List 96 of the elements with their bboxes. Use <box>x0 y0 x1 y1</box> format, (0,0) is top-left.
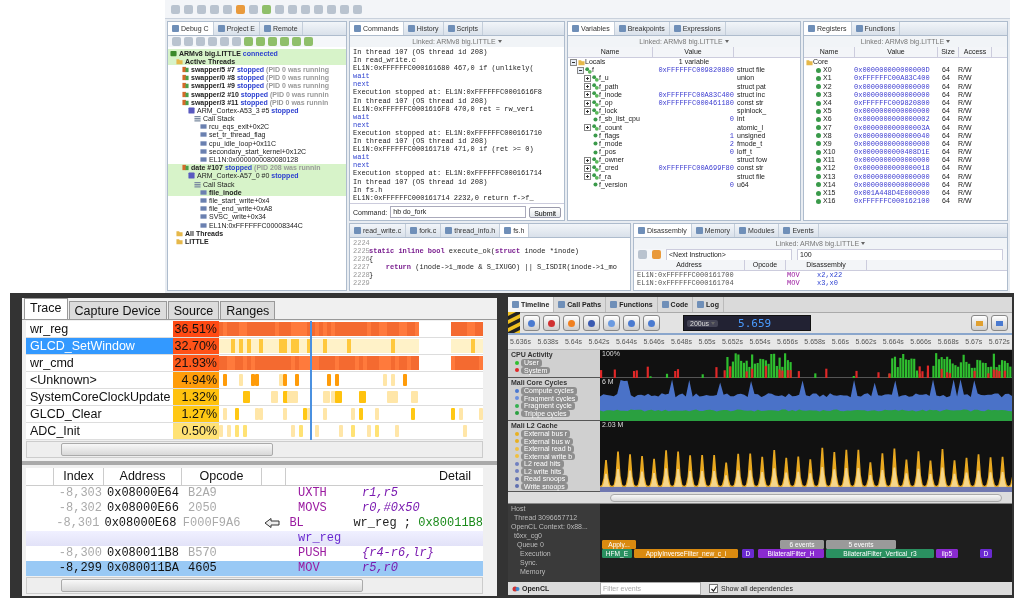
panel-tab[interactable]: Ranges <box>220 301 276 319</box>
instruction-row[interactable]: -8,302 0x08000E66 2050 MOVS r0,#0x50 <box>26 500 483 516</box>
horizontal-scrollbar[interactable] <box>26 441 483 459</box>
mnemonic: MOV <box>297 560 321 576</box>
function-name[interactable]: GLCD_Clear <box>26 406 173 422</box>
chip-icon <box>188 172 195 180</box>
percent-cell: 1.27% <box>173 406 219 422</box>
folder-icon <box>176 57 183 65</box>
expand-icon[interactable] <box>584 173 591 181</box>
checkbox[interactable] <box>709 584 718 593</box>
function-label: wr_reg <box>297 530 342 545</box>
toolbar-icon[interactable] <box>643 315 660 331</box>
instruction-row[interactable]: -8,300 0x080011B8 B570 PUSH {r4-r6,lr} <box>26 545 483 561</box>
expand-icon[interactable] <box>584 91 591 99</box>
toolbar-icon[interactable] <box>603 315 620 331</box>
collapse-icon[interactable] <box>570 58 577 66</box>
caret-icon[interactable] <box>946 40 951 43</box>
percent-cell: 0.50% <box>173 423 219 439</box>
folder-icon <box>806 58 813 66</box>
mnemonic: UXTH <box>297 485 328 501</box>
thread-icon <box>182 164 189 172</box>
opcode-cell-text: B570 <box>187 545 218 561</box>
address-cell-text: 0x08000E64 <box>106 485 180 501</box>
percent-cell: 4.94% <box>173 372 219 388</box>
opencl-icon <box>512 585 520 592</box>
toolbar-icon[interactable] <box>971 315 988 331</box>
function-name[interactable]: wr_reg <box>26 321 173 337</box>
address-cell-text: 0x080011BA <box>106 560 180 576</box>
caret-icon[interactable] <box>724 40 729 43</box>
index-cell-text: -8,301 <box>55 515 101 531</box>
folder-icon <box>578 58 585 66</box>
index-cell-text: -8,300 <box>57 545 103 561</box>
mnemonic: BL <box>288 515 305 531</box>
dot-icon <box>592 181 599 189</box>
function-name[interactable]: SystemCoreClockUpdate <box>26 389 173 405</box>
opcode-cell-text: F000F9A6 <box>181 515 242 531</box>
mnemonic: MOVS <box>297 500 328 516</box>
expand-icon[interactable] <box>584 124 591 132</box>
address-cell-text: 0x08000E66 <box>106 500 180 516</box>
percent-cell: 36.51% <box>173 321 219 337</box>
column-header[interactable]: Opcode <box>182 467 262 485</box>
variable-icon <box>592 124 599 132</box>
percent-cell: 1.32% <box>173 389 219 405</box>
time-display: 5.659 <box>738 316 772 330</box>
horizontal-scrollbar[interactable] <box>610 493 1002 502</box>
expand-icon[interactable] <box>584 107 591 115</box>
toolbar-icon[interactable] <box>583 315 600 331</box>
index-cell-text: -8,303 <box>57 485 103 501</box>
function-name[interactable]: wr_cmd <box>26 355 173 371</box>
index-cell-text: -8,302 <box>57 500 103 516</box>
expand-icon[interactable] <box>584 83 591 91</box>
dot-icon <box>592 115 599 123</box>
board-icon <box>170 49 177 57</box>
address-cell-text: 0x08000E68 <box>103 515 178 531</box>
chip-icon <box>188 106 195 114</box>
function-name[interactable]: ADC_Init <box>26 423 173 439</box>
instruction-row[interactable]: -8,299 0x080011BA 4605 MOV r5,r0 <box>26 560 483 576</box>
expand-icon[interactable] <box>584 74 591 82</box>
operands: r5,r0 <box>362 560 398 575</box>
operands: {r4-r6,lr} <box>362 545 434 560</box>
caret-icon[interactable] <box>497 40 502 43</box>
operands: r1,r5 <box>362 485 398 500</box>
function-name[interactable]: <Unknown> <box>26 372 173 388</box>
panel-tab[interactable]: Capture Device <box>68 301 167 319</box>
operands: r0,#0x50 <box>362 500 420 515</box>
column-header[interactable]: Index <box>54 467 104 485</box>
instruction-row[interactable]: -8,301 0x08000E68 F000F9A6 BL wr_reg ; 0x80011B8 <box>26 515 483 531</box>
index-cell-text: -8,299 <box>57 560 103 576</box>
instruction-row[interactable]: -8,303 0x08000E64 B2A9 UXTH r1,r5 <box>26 485 483 501</box>
horizontal-scrollbar[interactable] <box>26 576 483 594</box>
collapse-icon[interactable] <box>577 66 584 74</box>
column-header[interactable]: Address <box>104 467 182 485</box>
panel-tab[interactable]: Source <box>167 301 220 319</box>
stack-icon <box>194 115 201 123</box>
expand-icon[interactable] <box>584 156 591 164</box>
stack-icon <box>194 180 201 188</box>
panel-tab[interactable]: Trace <box>24 298 68 319</box>
toolbar-icon[interactable] <box>623 315 640 331</box>
percent-cell: 21.93% <box>173 355 219 371</box>
opcode-cell-text: 2050 <box>187 500 218 516</box>
expand-icon[interactable] <box>584 99 591 107</box>
toolbar-icon[interactable] <box>563 315 580 331</box>
mnemonic: PUSH <box>297 545 328 561</box>
column-header[interactable]: Detail <box>286 467 483 485</box>
warning-stripes-icon <box>508 312 520 334</box>
percent-cell: 32.70% <box>173 338 219 354</box>
toolbar-icon[interactable] <box>543 315 560 331</box>
toolbar-icon[interactable] <box>523 315 540 331</box>
address-cell-text: 0x080011B8 <box>106 545 180 561</box>
expand-icon[interactable] <box>584 165 591 173</box>
opcode-cell-text: B2A9 <box>187 485 218 501</box>
toolbar-icon[interactable] <box>991 315 1008 331</box>
opcode-cell-text: 4605 <box>187 560 218 576</box>
caret-icon[interactable] <box>861 242 866 245</box>
address-comment: 0x80011B8 <box>418 515 483 530</box>
operands: wr_reg ; <box>353 515 411 530</box>
